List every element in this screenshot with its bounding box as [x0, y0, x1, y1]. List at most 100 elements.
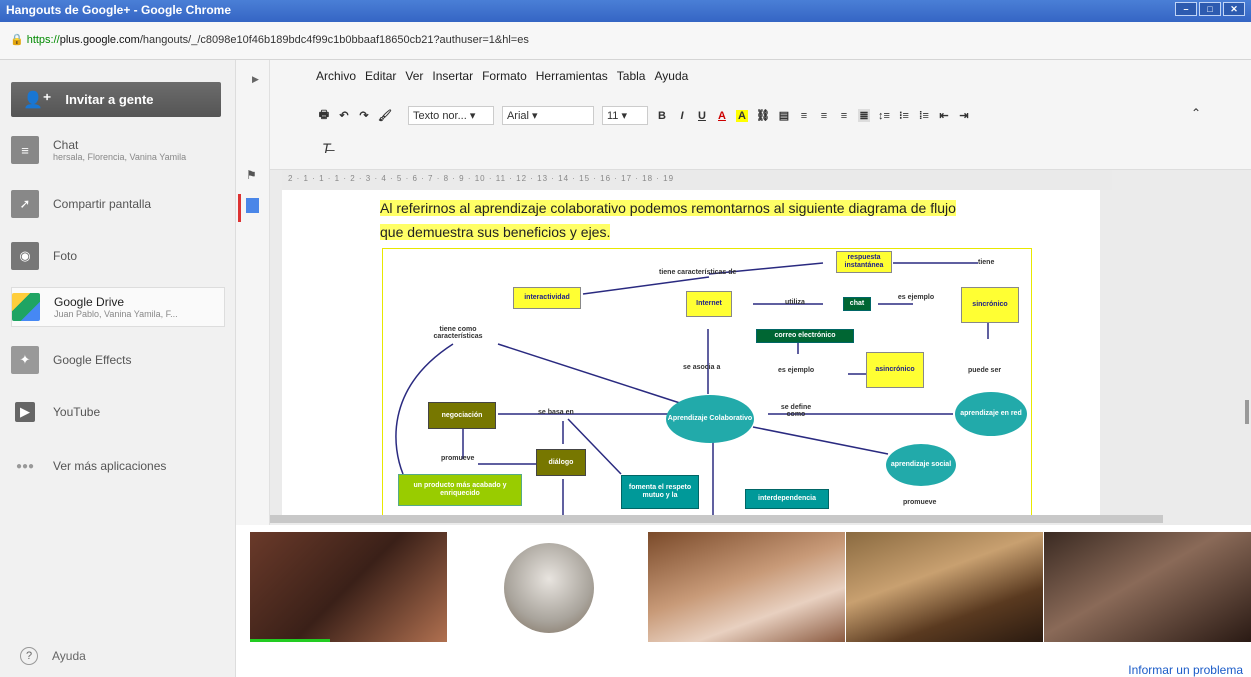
doc-line: que demuestra sus beneficios y ejes. [380, 224, 611, 240]
doc-line: Al referirnos al aprendizaje colaborativ… [380, 200, 956, 216]
align-center-icon[interactable]: ≡ [818, 110, 830, 122]
sidebar-item-label: Ver más aplicaciones [53, 459, 167, 473]
size-select[interactable]: 11 ▾ [601, 106, 648, 125]
add-person-icon: 👤⁺ [23, 91, 52, 109]
window-controls: – □ ✕ [1175, 2, 1245, 16]
label-se-asocia: se asocia a [683, 364, 721, 371]
decrease-indent-icon[interactable]: ⇤ [938, 109, 950, 122]
node-chat: chat [843, 297, 871, 311]
node-social: aprendizaje social [886, 444, 956, 486]
redo-icon[interactable]: ↷ [358, 109, 370, 122]
youtube-icon: ▶ [15, 402, 35, 422]
invite-people-button[interactable]: 👤⁺ Invitar a gente [11, 82, 221, 117]
participant-video-5[interactable] [1044, 532, 1251, 642]
numbered-list-icon[interactable]: ⁝≡ [898, 109, 910, 122]
underline-icon[interactable]: U [696, 110, 708, 122]
menu-ayuda[interactable]: Ayuda [654, 69, 688, 94]
invite-label: Invitar a gente [65, 92, 154, 107]
label-promueve-2: promueve [903, 499, 937, 506]
collapse-icon[interactable]: ⌃ [1191, 106, 1201, 120]
align-left-icon[interactable]: ≡ [798, 110, 810, 122]
node-aprendizaje: Aprendizaje Colaborativo [666, 395, 754, 443]
minimize-button[interactable]: – [1175, 2, 1197, 16]
participant-video-4[interactable] [846, 532, 1043, 642]
sidebar-item-label: Google Drive [54, 295, 125, 309]
style-value: Texto nor... [412, 110, 467, 122]
sidebar-item-photo[interactable]: ◉ Foto [11, 236, 225, 276]
italic-icon[interactable]: I [676, 110, 688, 122]
participant-avatar[interactable] [504, 543, 594, 633]
sidebar-item-youtube[interactable]: ▶ YouTube [11, 392, 225, 432]
node-interactividad: interactividad [513, 287, 581, 309]
chat-icon: ≡ [11, 136, 39, 164]
participant-video-3[interactable] [648, 532, 845, 642]
clear-formatting-icon[interactable]: T̶ [322, 140, 331, 156]
sidebar-item-google-drive[interactable]: Google Drive Juan Pablo, Vanina Yamila, F… [11, 287, 225, 327]
lock-icon: 🔒 [10, 34, 24, 46]
sidebar-item-more-apps[interactable]: ●●● Ver más aplicaciones [11, 446, 225, 486]
hangouts-sidebar: 👤⁺ Invitar a gente ≡ Chat hersala, Floren… [0, 60, 236, 677]
menu-archivo[interactable]: Archivo [316, 69, 356, 94]
node-fomenta: fomenta el respeto mutuo y la [621, 475, 699, 509]
style-select[interactable]: Texto nor... ▾ [407, 106, 494, 125]
vertical-scrollbar[interactable] [1245, 400, 1249, 424]
menu-editar[interactable]: Editar [365, 69, 396, 94]
participant-video-1[interactable] [250, 532, 447, 642]
label-promueve: promueve [441, 455, 475, 462]
docs-icon[interactable] [246, 198, 259, 213]
report-problem-link[interactable]: Informar un problema [1128, 663, 1243, 677]
docs-toolbar: 🖶 ↶ ↷ 🖌 Texto nor... ▾ Arial ▾ 11 ▾ B I … [270, 94, 1251, 170]
paint-format-icon[interactable]: 🖌 [378, 109, 392, 122]
align-right-icon[interactable]: ≡ [838, 110, 850, 122]
bold-icon[interactable]: B [656, 110, 668, 122]
node-producto: un producto más acabado y enriquecido [398, 474, 522, 506]
url-path: /hangouts/_/c8098e10f46b189bdc4f99c1b0bb… [139, 34, 529, 46]
font-value: Arial [506, 110, 529, 122]
font-select[interactable]: Arial ▾ [501, 106, 594, 125]
menu-herramientas[interactable]: Herramientas [536, 69, 608, 94]
help-link[interactable]: ? Ayuda [20, 647, 86, 665]
justify-icon[interactable]: ≣ [857, 109, 870, 122]
google-docs-editor: Archivo Editar Ver Insertar Formato Herr… [270, 60, 1251, 525]
sidebar-item-label: YouTube [53, 405, 101, 419]
sidebar-item-google-effects[interactable]: ✦ Google Effects [11, 340, 225, 380]
maximize-button[interactable]: □ [1199, 2, 1221, 16]
link-icon[interactable]: ⛓ [756, 109, 770, 122]
sidebar-item-chat[interactable]: ≡ Chat hersala, Florencia, Vanina Yamila [11, 130, 225, 170]
window-title-bar: Hangouts de Google+ - Google Chrome – □ … [0, 0, 1251, 22]
horizontal-scrollbar[interactable] [270, 515, 1163, 523]
undo-icon[interactable]: ↶ [338, 109, 350, 122]
label-se-basa: se basa en [538, 409, 574, 416]
flow-diagram[interactable]: respuesta instantánea interactividad Int… [382, 248, 1032, 515]
document-page[interactable]: Al referirnos al aprendizaje colaborativ… [282, 190, 1100, 515]
close-button[interactable]: ✕ [1223, 2, 1245, 16]
increase-indent-icon[interactable]: ⇥ [958, 109, 970, 122]
url-scheme: https:// [26, 34, 60, 46]
sidebar-item-share-screen[interactable]: ➚ Compartir pantalla [11, 184, 225, 224]
menu-tabla[interactable]: Tabla [617, 69, 646, 94]
ruler[interactable]: 2 · 1 · 1 · 1 · 2 · 3 · 4 · 5 · 6 · 7 · … [282, 170, 1112, 190]
camera-icon: ◉ [11, 242, 39, 270]
text-color-icon[interactable]: A [716, 110, 728, 122]
node-interdependencia: interdependencia [745, 489, 829, 509]
flag-icon[interactable]: ⚑ [246, 168, 257, 182]
menu-formato[interactable]: Formato [482, 69, 527, 94]
print-icon[interactable]: 🖶 [318, 106, 330, 125]
node-sincronico: sincrónico [961, 287, 1019, 323]
doc-paragraph: Al referirnos al aprendizaje colaborativ… [380, 200, 956, 216]
address-bar[interactable]: 🔒 https://plus.google.com/hangouts/_/c809… [0, 22, 1251, 60]
node-dialogo: diálogo [536, 449, 586, 476]
menu-insertar[interactable]: Insertar [432, 69, 473, 94]
url-domain: plus.google.com [59, 34, 140, 46]
expand-arrow-icon[interactable]: ▶ [252, 74, 259, 85]
line-spacing-icon[interactable]: ↕≡ [878, 110, 890, 122]
comment-icon[interactable]: ▤ [778, 109, 790, 122]
menu-ver[interactable]: Ver [405, 69, 423, 94]
sidebar-item-label: Chat [53, 138, 79, 152]
node-en-red: aprendizaje en red [955, 392, 1027, 436]
bullet-list-icon[interactable]: ⁞≡ [918, 110, 930, 122]
drive-icon [12, 293, 40, 321]
sidebar-item-label: Foto [53, 249, 78, 263]
highlight-icon[interactable]: A [735, 109, 748, 122]
node-negociacion: negociación [428, 402, 496, 429]
